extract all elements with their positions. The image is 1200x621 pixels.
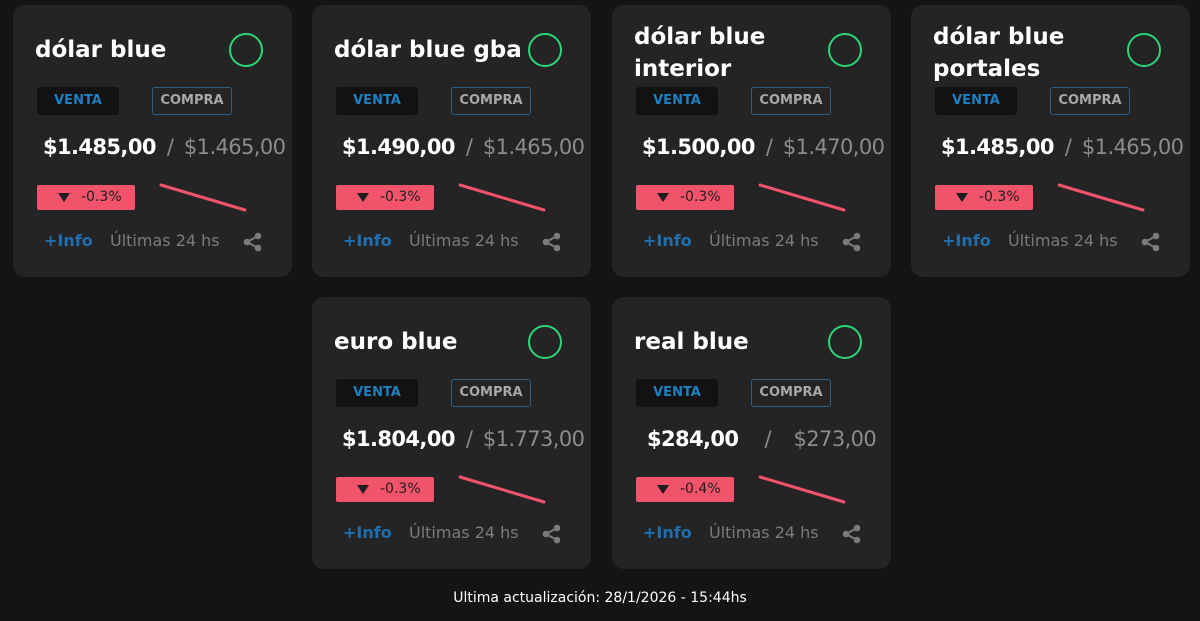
trend-sparkline	[758, 475, 846, 504]
share-icon[interactable]	[541, 523, 563, 545]
price-separator: /	[764, 427, 772, 451]
compra-price: $1.465,00	[183, 135, 286, 159]
arrow-down-icon	[956, 193, 968, 202]
tab-venta[interactable]: VENTA	[636, 379, 718, 407]
currency-card-dolar-blue[interactable]: dólar blue VENTA COMPRA $1.485,00 / $1.465…	[13, 5, 292, 277]
price-separator: /	[465, 135, 473, 159]
arrow-down-icon	[357, 193, 369, 202]
change-badge: -0.3%	[636, 185, 734, 210]
status-ring-icon	[528, 325, 562, 359]
compra-price: $1.465,00	[1081, 135, 1184, 159]
currency-card-euro-blue[interactable]: euro blue VENTA COMPRA $1.804,00 / $1.773,…	[312, 297, 591, 569]
currency-dashboard: dólar blue VENTA COMPRA $1.485,00 / $1.465…	[0, 0, 1200, 621]
arrow-down-icon	[657, 485, 669, 494]
period-label: Últimas 24 hs	[1008, 231, 1118, 250]
venta-price: $1.804,00	[342, 427, 455, 451]
status-ring-icon	[528, 33, 562, 67]
price-separator: /	[765, 135, 773, 159]
card-title: dólar blue gba	[334, 37, 522, 63]
card-title: dólar blue portales	[933, 24, 1065, 82]
status-ring-icon	[1127, 33, 1161, 67]
arrow-down-icon	[58, 193, 70, 202]
compra-price: $273,00	[793, 427, 877, 451]
currency-card-dolar-blue-gba[interactable]: dólar blue gba VENTA COMPRA $1.490,00/$1…	[312, 5, 591, 277]
period-label: Últimas 24 hs	[709, 523, 819, 542]
period-label: Últimas 24 hs	[409, 523, 519, 542]
status-ring-icon	[828, 33, 862, 67]
price-row: $1.804,00 / $1.773,00	[342, 423, 585, 455]
tab-compra[interactable]: COMPRA	[751, 87, 831, 115]
arrow-down-icon	[357, 485, 369, 494]
price-separator: /	[465, 427, 473, 451]
tab-compra[interactable]: COMPRA	[1050, 87, 1130, 115]
card-title: real blue	[634, 329, 749, 355]
price-separator: /	[166, 135, 174, 159]
compra-price: $1.470,00	[782, 135, 885, 159]
price-separator: /	[1064, 135, 1072, 159]
price-row: $1.500,00 / $1.470,00	[642, 131, 885, 163]
tab-venta[interactable]: VENTA	[636, 87, 718, 115]
venta-price: $1.500,00	[642, 135, 755, 159]
currency-card-dolar-blue-interior[interactable]: dólar blue interior VENTA COMPRA $1.500,…	[612, 5, 891, 277]
change-badge: -0.3%	[935, 185, 1033, 210]
share-icon[interactable]	[242, 231, 264, 253]
last-updated-text: Ultima actualización: 28/1/2026 - 15:44h…	[453, 590, 747, 606]
trend-sparkline	[458, 475, 546, 504]
share-icon[interactable]	[841, 523, 863, 545]
share-icon[interactable]	[841, 231, 863, 253]
trend-sparkline	[159, 183, 247, 212]
tab-venta[interactable]: VENTA	[336, 379, 418, 407]
tab-venta[interactable]: VENTA	[336, 87, 418, 115]
change-percent: -0.3%	[380, 189, 421, 205]
share-icon[interactable]	[541, 231, 563, 253]
change-percent: -0.3%	[979, 189, 1020, 205]
period-label: Últimas 24 hs	[709, 231, 819, 250]
tab-venta[interactable]: VENTA	[935, 87, 1017, 115]
info-link[interactable]: +Info	[343, 231, 392, 251]
trend-sparkline	[458, 183, 546, 212]
tab-compra[interactable]: COMPRA	[451, 379, 531, 407]
info-link[interactable]: +Info	[942, 231, 991, 251]
info-link[interactable]: +Info	[343, 523, 392, 543]
price-row: $1.485,00 / $1.465,00	[941, 131, 1184, 163]
venta-price: $1.490,00	[342, 135, 455, 159]
card-title: euro blue	[334, 329, 458, 355]
arrow-down-icon	[657, 193, 669, 202]
change-percent: -0.3%	[380, 481, 421, 497]
info-link[interactable]: +Info	[44, 231, 93, 251]
status-ring-icon	[828, 325, 862, 359]
change-badge: -0.3%	[336, 477, 434, 502]
card-title: dólar blue interior	[634, 24, 766, 82]
info-link[interactable]: +Info	[643, 523, 692, 543]
period-label: Últimas 24 hs	[409, 231, 519, 250]
change-badge: -0.3%	[37, 185, 135, 210]
info-link[interactable]: +Info	[643, 231, 692, 251]
venta-price: $284,00	[647, 427, 739, 451]
price-row: $1.490,00 / $1.465,00	[342, 131, 585, 163]
trend-sparkline	[1057, 183, 1145, 212]
change-badge: -0.3%	[336, 185, 434, 210]
status-ring-icon	[229, 33, 263, 67]
change-percent: -0.3%	[680, 189, 721, 205]
tab-compra[interactable]: COMPRA	[751, 379, 831, 407]
price-row: $284,00 / $273,00	[647, 423, 887, 455]
period-label: Últimas 24 hs	[110, 231, 220, 250]
price-row: $1.485,00 / $1.465,00	[43, 131, 286, 163]
currency-card-dolar-blue-portales[interactable]: dólar blue portales VENTA COMPRA $1.485,…	[911, 5, 1190, 277]
currency-card-real-blue[interactable]: real blue VENTA COMPRA $284,00 / $273,00 -…	[612, 297, 891, 569]
compra-price: $1.465,00	[482, 135, 585, 159]
tab-compra[interactable]: COMPRA	[451, 87, 531, 115]
tab-venta[interactable]: VENTA	[37, 87, 119, 115]
tab-compra[interactable]: COMPRA	[152, 87, 232, 115]
change-percent: -0.4%	[680, 481, 721, 497]
share-icon[interactable]	[1140, 231, 1162, 253]
venta-price: $1.485,00	[941, 135, 1054, 159]
trend-sparkline	[758, 183, 846, 212]
venta-price: $1.485,00	[43, 135, 156, 159]
change-percent: -0.3%	[81, 189, 122, 205]
compra-price: $1.773,00	[482, 427, 585, 451]
card-title: dólar blue	[35, 37, 167, 63]
change-badge: -0.4%	[636, 477, 734, 502]
